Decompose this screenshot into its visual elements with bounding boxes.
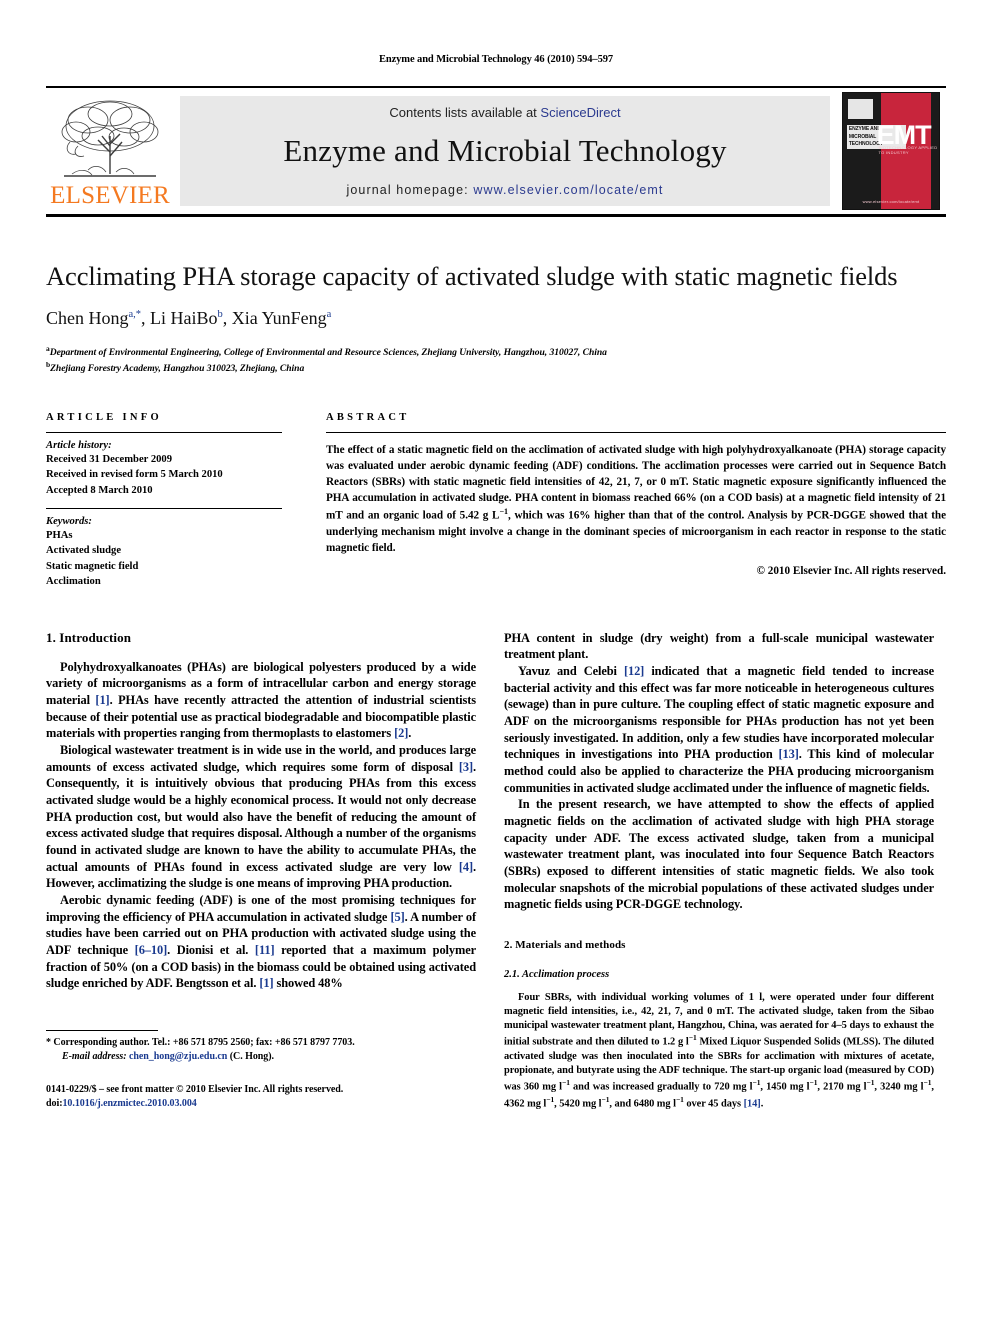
paragraph: In the present research, we have attempt…	[504, 797, 934, 912]
journal-homepage-link[interactable]: www.elsevier.com/locate/emt	[473, 183, 663, 197]
author-marks: a,*	[128, 309, 142, 321]
email-suffix: (C. Hong).	[227, 1051, 274, 1063]
affiliation: aDepartment of Environmental Engineering…	[46, 344, 946, 360]
cover-publisher-logo-icon	[847, 98, 873, 119]
article-info-column: ARTICLE INFO Article history: Received 3…	[46, 412, 326, 600]
author-name: Xia YunFeng	[231, 308, 327, 329]
journal-masthead: ELSEVIER Contents lists available at Sci…	[46, 86, 946, 217]
paragraph: Polyhydroxyalkanoates (PHAs) are biologi…	[46, 659, 476, 741]
author-name: Chen Hong	[46, 308, 129, 329]
abstract-heading: ABSTRACT	[326, 412, 410, 424]
contents-available-line: Contents lists available at ScienceDirec…	[389, 105, 620, 120]
keyword-item: Static magnetic field	[46, 560, 139, 572]
body-left-column: 1. Introduction Polyhydroxyalkanoates (P…	[46, 630, 476, 1112]
footnote-rule	[46, 1030, 158, 1032]
corresponding-author-note: * Corresponding author. Tel.: +86 571 87…	[46, 1037, 355, 1049]
elsevier-wordmark: ELSEVIER	[50, 182, 170, 209]
elsevier-logo: ELSEVIER	[46, 92, 174, 210]
affiliation-text: Zhejiang Forestry Academy, Hangzhou 3100…	[50, 363, 305, 375]
paragraph: Yavuz and Celebi [12] indicated that a m…	[504, 663, 934, 795]
paragraph: Four SBRs, with individual working volum…	[504, 991, 934, 1110]
elsevier-tree-icon	[61, 100, 159, 177]
keyword-item: Acclimation	[46, 576, 101, 588]
affiliation-text: Department of Environmental Engineering,…	[49, 347, 607, 359]
body-columns: 1. Introduction Polyhydroxyalkanoates (P…	[46, 630, 946, 1112]
divider	[326, 432, 946, 434]
author-marks: a	[326, 309, 332, 321]
methods-heading: 2. Materials and methods	[504, 938, 626, 951]
journal-title: Enzyme and Microbial Technology	[283, 133, 727, 169]
contents-prefix: Contents lists available at	[389, 105, 541, 120]
homepage-prefix: journal homepage:	[346, 183, 474, 197]
abstract-copyright: © 2010 Elsevier Inc. All rights reserved…	[756, 564, 946, 577]
doi-line: doi:10.1016/j.enzmictec.2010.03.004	[46, 1097, 476, 1112]
body-right-column: PHA content in sludge (dry weight) from …	[504, 630, 934, 1112]
info-abstract-region: ARTICLE INFO Article history: Received 3…	[46, 412, 946, 600]
journal-homepage-line: journal homepage: www.elsevier.com/locat…	[346, 183, 663, 197]
footnote-zone: * Corresponding author. Tel.: +86 571 87…	[46, 1030, 476, 1111]
email-label: E-mail address:	[62, 1051, 127, 1063]
journal-cover-thumbnail: ENZYME AND MICROBIAL TECHNOLOGY EMT BIOT…	[842, 92, 940, 210]
acclimation-subheading: 2.1. Acclimation process	[504, 968, 610, 980]
article-info-heading: ARTICLE INFO	[46, 412, 162, 424]
keyword-item: PHAs	[46, 530, 73, 542]
email-link[interactable]: chen_hong@zju.edu.cn	[129, 1051, 227, 1062]
keywords-label: Keywords:	[46, 516, 92, 528]
issn-copyright-line: 0141-0229/$ – see front matter © 2010 El…	[46, 1083, 344, 1095]
paragraph: PHA content in sludge (dry weight) from …	[504, 630, 934, 662]
author-list: Chen Honga,*, Li HaiBob, Xia YunFenga	[46, 308, 332, 329]
author-marks: b	[217, 309, 223, 321]
imprint-block: 0141-0229/$ – see front matter © 2010 El…	[46, 1083, 476, 1112]
sciencedirect-link[interactable]: ScienceDirect	[540, 105, 620, 120]
doi-link[interactable]: 10.1016/j.enzmictec.2010.03.004	[62, 1098, 196, 1109]
abstract-column: ABSTRACT The effect of a static magnetic…	[326, 412, 946, 600]
article-title: Acclimating PHA storage capacity of acti…	[46, 261, 898, 291]
history-item: Received in revised form 5 March 2010	[46, 469, 223, 481]
paragraph: Biological wastewater treatment is in wi…	[46, 742, 476, 891]
history-item: Accepted 8 March 2010	[46, 484, 153, 496]
keywords-group: Keywords: PHAs Activated sludge Static m…	[46, 509, 282, 599]
abstract-text: The effect of a static magnetic field on…	[326, 444, 947, 554]
email-note: E-mail address: chen_hong@zju.edu.cn (C.…	[46, 1050, 476, 1064]
article-history-group: Article history: Received 31 December 20…	[46, 433, 282, 508]
title-block: Acclimating PHA storage capacity of acti…	[46, 261, 946, 376]
affiliation: bZhejiang Forestry Academy, Hangzhou 310…	[46, 360, 946, 376]
paragraph: Aerobic dynamic feeding (ADF) is one of …	[46, 892, 477, 991]
journal-article-page: Enzyme and Microbial Technology 46 (2010…	[0, 0, 992, 1323]
journal-cover-block: ENZYME AND MICROBIAL TECHNOLOGY EMT BIOT…	[836, 92, 946, 210]
author-name: Li HaiBo	[150, 308, 218, 329]
doi-label: doi:	[46, 1098, 63, 1110]
running-head: Enzyme and Microbial Technology 46 (2010…	[378, 54, 614, 65]
cover-subtitle: BIOTECHNOLOGY APPLIED TO INDUSTRY	[878, 145, 938, 156]
cover-url: www.elsevier.com/locate/emt	[862, 199, 920, 205]
keyword-item: Activated sludge	[46, 545, 122, 557]
journal-band: Contents lists available at ScienceDirec…	[180, 96, 830, 206]
introduction-heading: 1. Introduction	[46, 629, 132, 645]
history-item: Received 31 December 2009	[46, 454, 173, 466]
article-history-label: Article history:	[46, 440, 112, 452]
